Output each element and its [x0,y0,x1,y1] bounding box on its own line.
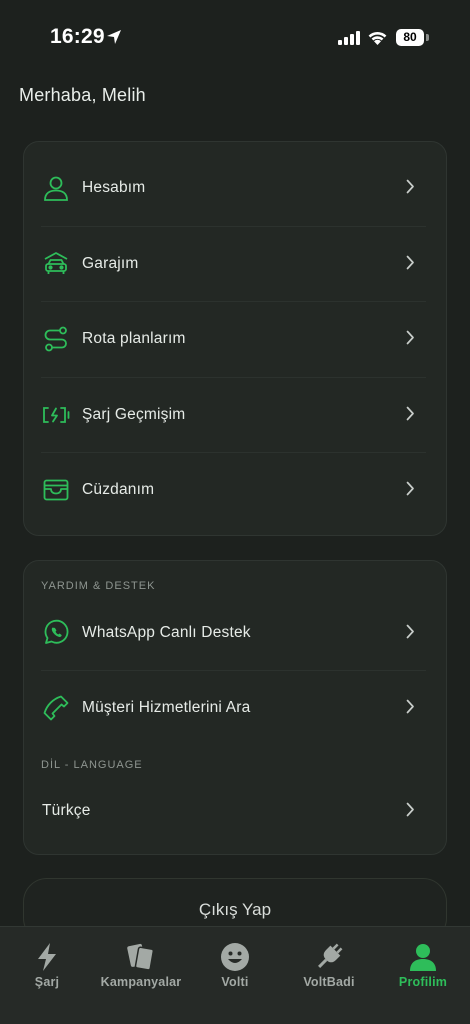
menu-item-label: Hesabım [82,178,146,196]
section-title-support: YARDIM & DESTEK [41,580,156,592]
profile-screen: 16:29 80 Merhaba, Melih Hesabım Garajım … [0,0,470,1024]
chevron-right-icon [406,330,414,345]
menu-item-whatsapp-support[interactable]: WhatsApp Canlı Destek [41,595,431,670]
car-garage-icon [41,249,71,279]
tab-label: VoltBadi [303,975,355,989]
section-title-language: DİL - LANGUAGE [41,759,143,771]
language-selector[interactable]: Türkçe [41,773,431,848]
cellular-signal-icon [338,31,360,45]
chevron-right-icon [406,179,414,194]
greeting: Merhaba, Melih [19,85,146,105]
account-menu-card: Hesabım Garajım Rota planlarım Şarj Geçm… [23,141,447,536]
phone-icon [41,693,71,723]
chevron-right-icon [406,406,414,421]
tab-campaigns[interactable]: Kampanyalar [94,927,188,1024]
bottom-tab-bar: Şarj Kampanyalar Volti VoltBadi Profilim [0,926,470,1024]
tab-volti[interactable]: Volti [188,927,282,1024]
route-icon [41,324,71,354]
cards-icon [126,941,156,973]
menu-item-label: Cüzdanım [82,480,155,498]
chevron-right-icon [406,699,414,714]
location-arrow-icon [107,30,121,44]
tab-label: Volti [221,975,249,989]
chevron-right-icon [406,624,414,639]
chevron-right-icon [406,255,414,270]
tab-voltbadi[interactable]: VoltBadi [282,927,376,1024]
support-card: YARDIM & DESTEK WhatsApp Canlı Destek Mü… [23,560,447,855]
status-time: 16:29 [50,25,105,48]
tab-label: Kampanyalar [100,975,182,989]
battery-charging-icon [41,400,71,430]
menu-item-garage[interactable]: Garajım [41,226,431,301]
status-bar: 16:29 80 [0,0,470,76]
tab-charge[interactable]: Şarj [0,927,94,1024]
menu-item-wallet[interactable]: Cüzdanım [41,452,431,527]
lightning-icon [35,941,59,973]
profile-icon [408,941,438,973]
tab-label: Profilim [398,975,448,989]
menu-item-account[interactable]: Hesabım [41,150,431,225]
menu-item-label: Garajım [82,254,139,272]
language-value: Türkçe [42,801,91,819]
chevron-right-icon [406,481,414,496]
menu-item-label: Müşteri Hizmetlerini Ara [82,698,251,716]
wifi-icon [368,31,387,45]
menu-item-route-plans[interactable]: Rota planlarım [41,301,431,376]
chevron-right-icon [406,802,414,817]
wallet-icon [41,475,71,505]
plug-icon [314,941,344,973]
menu-item-label: WhatsApp Canlı Destek [82,623,251,641]
menu-item-call-support[interactable]: Müşteri Hizmetlerini Ara [41,670,431,745]
user-icon [41,173,71,203]
battery-indicator: 80 [396,29,424,46]
tab-profile[interactable]: Profilim [376,927,470,1024]
menu-item-label: Rota planlarım [82,329,186,347]
menu-item-charge-history[interactable]: Şarj Geçmişim [41,377,431,452]
battery-tip [426,34,429,41]
menu-item-label: Şarj Geçmişim [82,405,186,423]
whatsapp-icon [41,618,71,648]
smiley-icon [220,941,250,973]
tab-label: Şarj [34,975,60,989]
